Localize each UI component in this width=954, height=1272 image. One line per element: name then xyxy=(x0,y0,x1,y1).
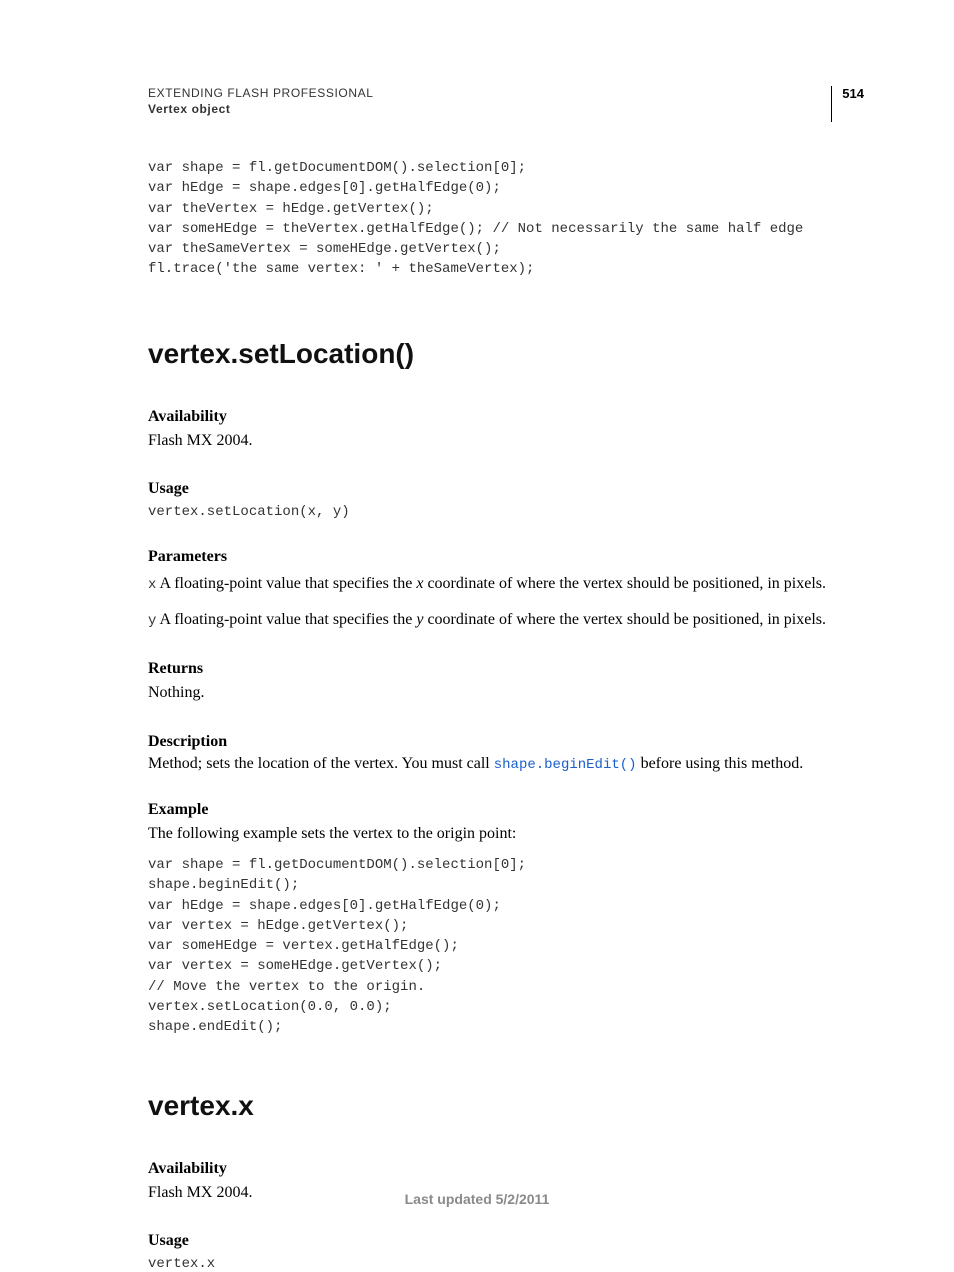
page-number: 514 xyxy=(842,86,864,101)
code-block-example: var shape = fl.getDocumentDOM().selectio… xyxy=(148,855,854,1038)
heading-vertex-x: vertex.x xyxy=(148,1090,854,1122)
header-subtitle: Vertex object xyxy=(148,102,854,116)
param-y: y A floating-point value that specifies … xyxy=(148,608,854,632)
label-example: Example xyxy=(148,801,854,819)
label-availability-2: Availability xyxy=(148,1160,854,1178)
param-y-post: coordinate of where the vertex should be… xyxy=(423,611,826,628)
text-availability: Flash MX 2004. xyxy=(148,430,854,452)
label-description: Description xyxy=(148,733,854,751)
param-x-pre: A floating-point value that specifies th… xyxy=(156,575,416,592)
header-divider xyxy=(831,86,832,122)
footer-last-updated: Last updated 5/2/2011 xyxy=(0,1191,954,1207)
param-y-pre: A floating-point value that specifies th… xyxy=(156,611,416,628)
running-header: EXTENDING FLASH PROFESSIONAL Vertex obje… xyxy=(148,86,854,116)
text-returns: Nothing. xyxy=(148,682,854,704)
link-shape-beginedit[interactable]: shape.beginEdit() xyxy=(494,757,637,773)
text-example-intro: The following example sets the vertex to… xyxy=(148,823,854,845)
code-usage-2: vertex.x xyxy=(148,1256,854,1272)
param-x-post: coordinate of where the vertex should be… xyxy=(423,575,826,592)
desc-post: before using this method. xyxy=(637,755,804,772)
label-usage: Usage xyxy=(148,480,854,498)
param-x: x A floating-point value that specifies … xyxy=(148,572,854,596)
text-description: Method; sets the location of the vertex.… xyxy=(148,755,854,773)
code-usage: vertex.setLocation(x, y) xyxy=(148,504,854,520)
header-title: EXTENDING FLASH PROFESSIONAL xyxy=(148,86,854,100)
label-parameters: Parameters xyxy=(148,548,854,566)
label-availability: Availability xyxy=(148,408,854,426)
label-returns: Returns xyxy=(148,660,854,678)
desc-pre: Method; sets the location of the vertex.… xyxy=(148,755,494,772)
code-block-top: var shape = fl.getDocumentDOM().selectio… xyxy=(148,158,854,280)
heading-setlocation: vertex.setLocation() xyxy=(148,338,854,370)
page: 514 EXTENDING FLASH PROFESSIONAL Vertex … xyxy=(0,0,954,1235)
